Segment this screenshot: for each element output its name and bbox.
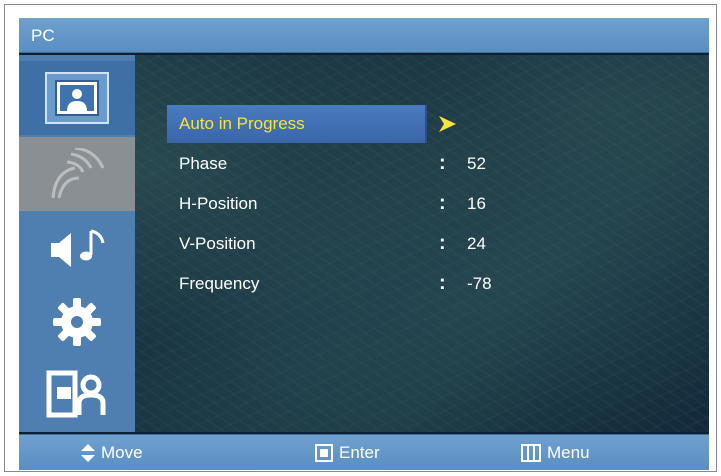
page-title: PC	[31, 26, 55, 45]
separator: :	[439, 152, 446, 174]
menu-row-phase[interactable]: Phase : 52	[167, 145, 567, 183]
separator: :	[439, 192, 446, 214]
sidebar-item-setup[interactable]	[19, 285, 135, 359]
pc-menu: Auto in Progress Phase : 52 H-Position :…	[167, 55, 709, 432]
sidebar-item-picture[interactable]	[19, 61, 135, 135]
hint-menu: Menu	[521, 435, 590, 470]
window-frame: PC Auto in Progress Phase: 52 H-Positio…	[4, 4, 717, 472]
menu-row-label: Frequency	[179, 274, 260, 293]
menu-row-frequency[interactable]: Frequency : -78	[167, 265, 567, 303]
hint-enter-label: Enter	[339, 443, 380, 462]
sidebar	[19, 55, 135, 432]
menu-row-label: Auto in Progress	[167, 105, 427, 143]
osd-screen: PC Auto in Progress Phase: 52 H-Positio…	[19, 18, 709, 470]
separator: :	[439, 272, 446, 294]
menu-row-v-position[interactable]: V-Position : 24	[167, 225, 567, 263]
hint-move: Move	[81, 435, 143, 470]
menu-row-auto[interactable]: Auto in Progress	[167, 105, 567, 143]
hint-menu-label: Menu	[547, 443, 590, 462]
sidebar-item-input[interactable]	[19, 357, 135, 431]
separator: :	[439, 232, 446, 254]
menu-row-h-position[interactable]: H-Position : 16	[167, 185, 567, 223]
up-down-arrow-icon	[81, 444, 95, 462]
hint-enter: Enter	[315, 435, 380, 470]
gear-icon	[53, 298, 101, 346]
picture-icon	[45, 72, 109, 124]
enter-icon	[315, 444, 333, 462]
menu-row-value: 16	[467, 194, 486, 213]
menu-row-value: 24	[467, 234, 486, 253]
sound-icon	[51, 229, 105, 267]
menu-row-label: Phase	[179, 154, 228, 173]
menu-icon	[521, 444, 541, 462]
arrow-right-icon	[439, 116, 456, 132]
menu-row-value: 52	[467, 154, 486, 173]
menu-row-label: V-Position	[179, 234, 256, 253]
menu-row-label: H-Position	[179, 194, 258, 213]
footer-bar: Move Enter Menu	[19, 434, 709, 470]
title-bar: PC	[19, 18, 709, 53]
sidebar-item-channel[interactable]	[19, 137, 135, 211]
sidebar-item-sound[interactable]	[19, 211, 135, 285]
main-panel: Auto in Progress Phase : 52 H-Position :…	[19, 55, 709, 432]
menu-row-value: -78	[467, 274, 492, 293]
hint-move-label: Move	[101, 443, 143, 462]
antenna-icon	[51, 148, 105, 199]
input-icon	[46, 370, 106, 418]
